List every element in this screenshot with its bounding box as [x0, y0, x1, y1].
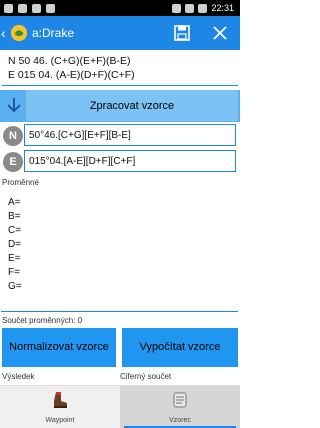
variables-sum: Součet proměnných: 0: [2, 316, 83, 325]
variable-line: F=: [8, 267, 20, 278]
close-icon: [213, 26, 227, 40]
parse-row: Zpracovat vzorce: [0, 90, 240, 122]
result-label: Výsledek: [2, 372, 35, 381]
status-bar: 22:31: [0, 0, 240, 16]
notification-icon: [4, 3, 13, 13]
input-underline: [2, 85, 238, 86]
tab-label: Vzorec: [169, 417, 191, 424]
formula-line-2: E 015 04. (A-E)(D+F)(C+F): [8, 69, 135, 81]
app-bar: ‹ a:Drake: [0, 16, 240, 50]
north-icon: N: [3, 126, 23, 146]
variable-line: B=: [8, 211, 21, 222]
page-title: a:Drake: [32, 26, 75, 40]
arrow-down-icon: [7, 98, 21, 113]
variables-input[interactable]: A= B= C= D= E= F= G=: [1, 187, 238, 312]
variable-line: G=: [8, 281, 22, 292]
boot-icon: [54, 392, 67, 408]
north-row: N 50°46.[C+G][E+F][B-E]: [0, 124, 240, 148]
app-logo-icon: [10, 24, 28, 42]
variable-line: A=: [8, 197, 21, 208]
clock: 22:31: [211, 3, 234, 13]
save-icon: [174, 25, 190, 41]
bottom-tabs: Waypoint Vzorec: [0, 385, 240, 428]
formula-line-1: N 50 46. (C+G)(E+F)(B-E): [8, 55, 131, 67]
digit-sum-label: Ciferný součet: [120, 372, 172, 381]
parse-formulas-button[interactable]: Zpracovat vzorce: [26, 90, 238, 121]
back-icon[interactable]: ‹: [1, 25, 9, 41]
tab-formula[interactable]: Vzorec: [120, 386, 240, 428]
location-icon: [172, 3, 182, 13]
tab-label: Waypoint: [45, 417, 75, 424]
tab-waypoint[interactable]: Waypoint: [0, 386, 120, 428]
notification-icon: [46, 3, 55, 13]
scroll-icon: [173, 392, 187, 408]
battery-icon: [198, 3, 208, 13]
signal-icon: [185, 3, 195, 13]
normalize-formulas-button[interactable]: Normalizovat vzorce: [2, 328, 116, 367]
formula-input[interactable]: N 50 46. (C+G)(E+F)(B-E) E 015 04. (A-E)…: [0, 50, 240, 88]
variable-line: C=: [8, 225, 22, 236]
variable-line: D=: [8, 239, 22, 250]
east-icon: E: [3, 152, 23, 172]
east-field[interactable]: 015°04.[A-E][D+F][C+F]: [24, 150, 236, 172]
notification-icon: [18, 3, 27, 13]
east-row: E 015°04.[A-E][D+F][C+F]: [0, 150, 240, 174]
close-button[interactable]: [210, 23, 230, 43]
notification-icon: [32, 3, 41, 13]
calculate-formulas-button[interactable]: Vypočítat vzorce: [122, 328, 238, 367]
variables-label: Proměnné: [2, 178, 39, 187]
save-button[interactable]: [172, 23, 192, 43]
variable-line: E=: [8, 253, 21, 264]
north-field[interactable]: 50°46.[C+G][E+F][B-E]: [24, 124, 236, 146]
